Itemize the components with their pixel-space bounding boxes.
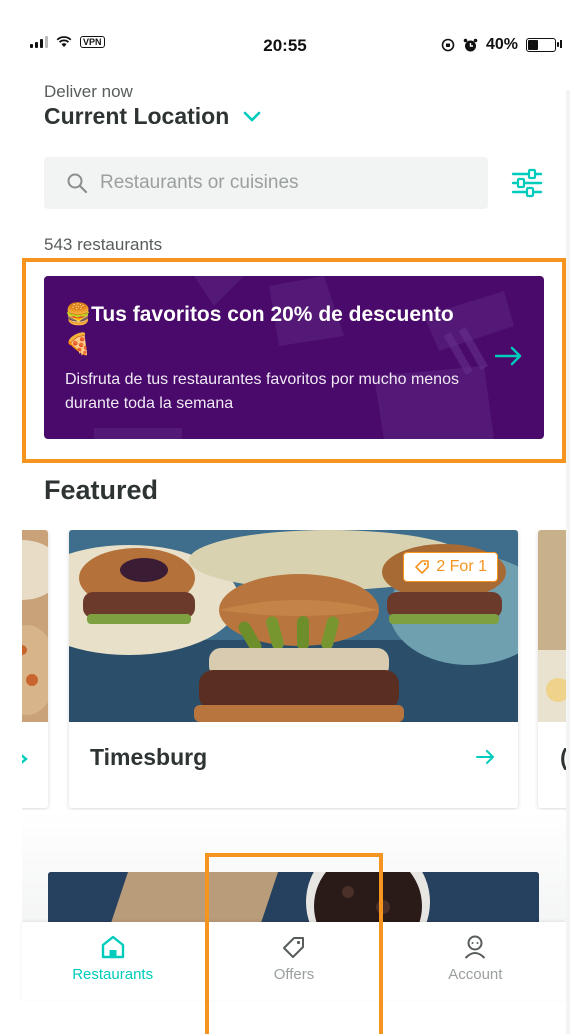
arrow-right-icon	[22, 754, 28, 764]
offer-badge: 2 For 1	[403, 552, 498, 582]
screen-edge-tick	[560, 40, 562, 48]
featured-card-previous[interactable]	[22, 530, 48, 808]
highlight-box-offers	[205, 853, 383, 1034]
nav-label: Restaurants	[72, 966, 154, 983]
search-bar[interactable]	[44, 157, 488, 209]
card-image: 2 For 1	[69, 530, 518, 722]
battery-icon	[526, 38, 559, 52]
card-footer: Timesburg	[69, 722, 518, 808]
location-text: Current Location	[44, 103, 230, 129]
search-icon	[67, 173, 88, 194]
filter-icon[interactable]	[510, 168, 544, 198]
arrow-right-icon	[476, 750, 494, 764]
featured-heading: Featured	[44, 475, 159, 505]
orientation-lock-icon	[441, 38, 455, 52]
nav-account[interactable]: Account	[385, 922, 566, 1000]
highlight-box-banner	[22, 258, 566, 463]
status-bar: VPN 20:55 40%	[0, 0, 570, 90]
battery-percent: 40%	[485, 36, 518, 53]
home-icon	[101, 935, 124, 959]
location-selector[interactable]: Current Location	[44, 103, 261, 130]
deliver-label: Deliver now	[44, 82, 133, 101]
user-icon	[465, 935, 486, 959]
restaurant-count: 543 restaurants	[44, 235, 163, 254]
screen-edge	[566, 90, 570, 1034]
nav-restaurants[interactable]: Restaurants	[22, 922, 203, 1000]
status-right: 40%	[441, 36, 559, 54]
chevron-down-icon	[243, 111, 261, 122]
search-input[interactable]	[100, 172, 460, 194]
tag-icon	[415, 560, 430, 574]
card-image	[538, 530, 566, 722]
featured-card-next[interactable]: (	[538, 530, 566, 808]
offer-badge-label: 2 For 1	[436, 558, 487, 575]
featured-carousel[interactable]: 2 For 1 Timesburg (	[22, 530, 566, 810]
card-footer: (	[538, 722, 566, 808]
card-footer	[22, 722, 48, 808]
nav-label: Account	[448, 966, 503, 983]
restaurant-name: Timesburg	[90, 744, 208, 770]
featured-card[interactable]: 2 For 1 Timesburg	[69, 530, 518, 808]
card-image	[22, 530, 48, 722]
alarm-icon	[463, 38, 478, 51]
